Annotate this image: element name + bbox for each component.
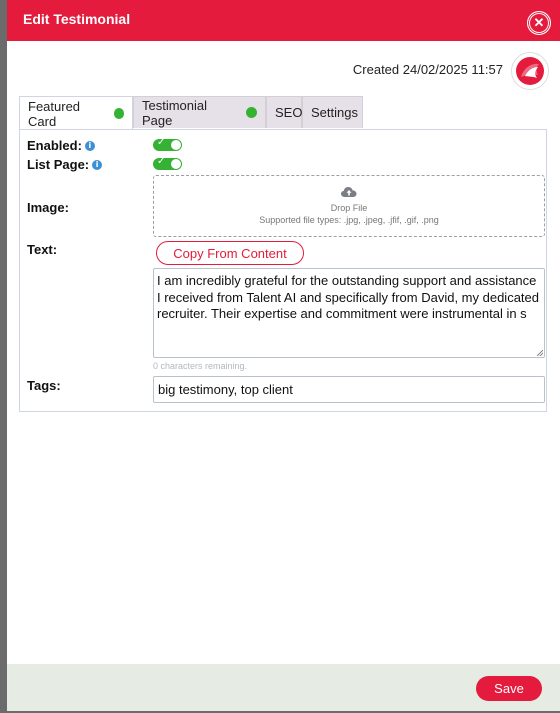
tags-value: big testimony, top client [158, 382, 293, 397]
list-page-toggle[interactable]: ✓ [153, 156, 182, 170]
tab-label: SEO [275, 105, 303, 120]
copy-from-content-button[interactable]: Copy From Content [156, 241, 304, 265]
complete-status-dot [246, 107, 257, 118]
info-icon[interactable]: i [92, 160, 103, 170]
resize-handle[interactable] [537, 350, 543, 356]
save-button[interactable]: Save [476, 676, 542, 701]
enabled-label: Enabled: [27, 138, 82, 153]
cloud-upload-icon [341, 187, 357, 197]
enabled-toggle[interactable]: ✓ [153, 137, 182, 151]
tab-seo[interactable]: SEO [266, 96, 302, 128]
list-page-label: List Page: [27, 157, 90, 172]
complete-status-dot [113, 108, 124, 119]
tab-testimonial-page[interactable]: Testimonial Page [133, 96, 266, 128]
tags-label: Tags: [27, 378, 61, 393]
edit-testimonial-modal: Edit Testimonial ✕ Created 24/02/2025 11… [7, 0, 560, 711]
modal-header: Edit Testimonial ✕ [7, 0, 560, 41]
testimonial-text-input[interactable]: I am incredibly grateful for the outstan… [153, 268, 545, 358]
close-button[interactable]: ✕ [527, 11, 551, 35]
check-icon: ✓ [157, 137, 166, 148]
tab-settings[interactable]: Settings [302, 96, 363, 128]
info-icon[interactable]: i [84, 141, 95, 151]
drop-title: Drop File [330, 203, 368, 213]
text-label: Text: [27, 242, 58, 257]
modal-title: Edit Testimonial [23, 11, 131, 27]
modal-footer: Save [7, 664, 560, 711]
supported-file-types: Supported file types: .jpg, .jpeg, .jfif… [259, 215, 439, 225]
tags-input[interactable]: big testimony, top client [153, 376, 545, 403]
tab-featured-card[interactable]: Featured Card [19, 96, 133, 130]
featured-card-panel: Enabled: i ✓ List Page: i ✓ Image: Drop Fi… [19, 129, 547, 412]
image-label: Image: [27, 200, 69, 215]
list-page-label-group: List Page: i [27, 157, 103, 172]
characters-remaining: 0 characters remaining. [153, 361, 248, 371]
brand-logo [511, 52, 549, 90]
close-icon[interactable]: ✕ [528, 12, 550, 34]
enabled-label-group: Enabled: i [27, 138, 95, 153]
created-timestamp: Created 24/02/2025 11:57 [352, 62, 503, 77]
tab-label: Testimonial Page [142, 97, 208, 128]
tab-label: Settings [311, 105, 358, 120]
image-dropzone[interactable]: Drop File Supported file types: .jpg, .j… [153, 175, 545, 237]
tab-label: Featured Card [28, 98, 81, 129]
check-icon: ✓ [157, 156, 166, 167]
testimonial-text: I am incredibly grateful for the outstan… [157, 273, 539, 321]
